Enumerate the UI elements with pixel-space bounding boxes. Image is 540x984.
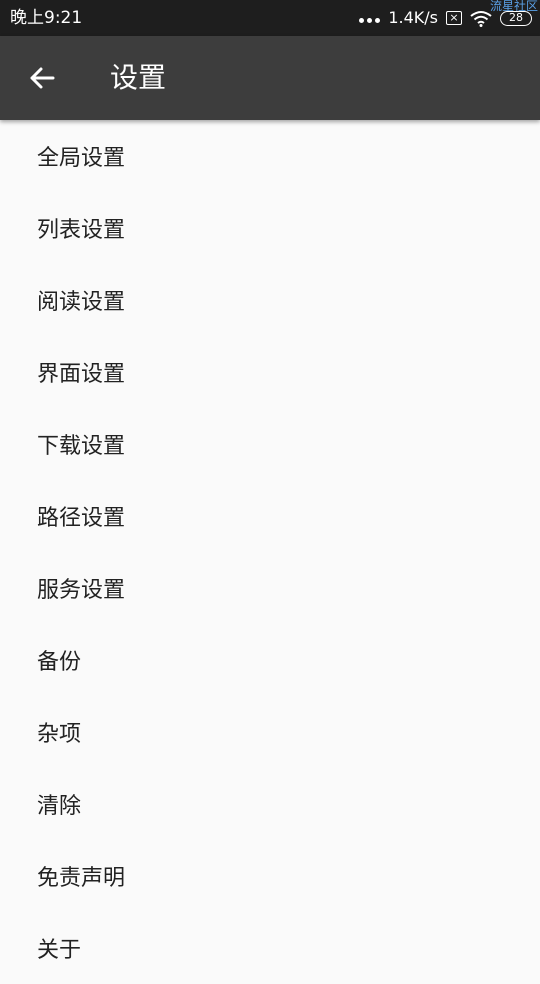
- app-bar: 设置: [0, 36, 540, 120]
- settings-item-service[interactable]: 服务设置: [0, 552, 540, 624]
- status-icons: 1.4K/s × 28: [359, 6, 532, 30]
- page-title: 设置: [110, 61, 167, 94]
- more-dots-icon: [359, 17, 381, 23]
- settings-item-misc[interactable]: 杂项: [0, 696, 540, 768]
- status-bar: 晚上9:21 流星社区 1.4K/s × 28: [0, 0, 540, 36]
- battery-icon: 28: [500, 10, 532, 26]
- settings-item-global[interactable]: 全局设置: [0, 120, 540, 192]
- network-speed: 1.4K/s: [388, 8, 438, 27]
- status-time: 晚上9:21: [10, 8, 83, 28]
- arrow-left-icon: [30, 67, 55, 89]
- settings-list: 全局设置 列表设置 阅读设置 界面设置 下载设置 路径设置 服务设置 备份 杂项…: [0, 120, 540, 984]
- wifi-icon: [470, 10, 492, 27]
- settings-item-interface[interactable]: 界面设置: [0, 336, 540, 408]
- settings-item-reading[interactable]: 阅读设置: [0, 264, 540, 336]
- settings-item-download[interactable]: 下载设置: [0, 408, 540, 480]
- settings-item-clear[interactable]: 清除: [0, 768, 540, 840]
- no-sim-icon: ×: [446, 11, 462, 25]
- settings-item-backup[interactable]: 备份: [0, 624, 540, 696]
- back-button[interactable]: [20, 58, 64, 98]
- settings-item-list[interactable]: 列表设置: [0, 192, 540, 264]
- settings-item-about[interactable]: 关于: [0, 912, 540, 984]
- settings-item-path[interactable]: 路径设置: [0, 480, 540, 552]
- settings-item-disclaimer[interactable]: 免责声明: [0, 840, 540, 912]
